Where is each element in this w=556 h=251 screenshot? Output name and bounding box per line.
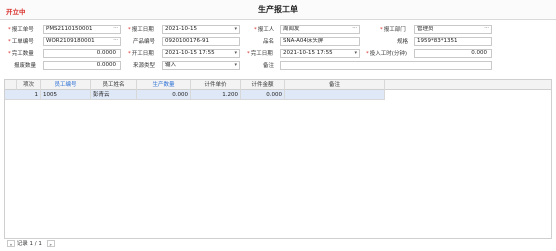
col-qty[interactable]: 生产数量 [137, 80, 191, 90]
product-name-label: 品名 [263, 39, 275, 45]
report-date-field[interactable]: 2021-10-15 [162, 25, 240, 34]
header-form: *报工单号 PMS2110150001 *报工日期 2021-10-15 *报工… [0, 24, 556, 74]
report-no-field[interactable]: PMS2110150001 [43, 25, 121, 34]
reporter-field[interactable]: 周闻友 [280, 25, 360, 34]
next-record-icon[interactable]: » [46, 240, 55, 247]
dept-field[interactable]: 管理员 [414, 25, 492, 34]
work-hours-field[interactable]: 0.000 [414, 49, 492, 58]
product-name-field[interactable]: SNA-A04床头屏 [280, 37, 360, 46]
col-price[interactable]: 计件单价 [191, 80, 241, 90]
col-seq[interactable]: 项次 [17, 80, 41, 90]
table-row[interactable]: 1 1005 彭青云 0.000 1.200 0.000 [5, 90, 385, 100]
col-emp-no[interactable]: 员工编号 [41, 80, 91, 90]
col-amount[interactable]: 计件金额 [241, 80, 285, 90]
work-order-label: *工单编号 [8, 39, 34, 45]
title-bar: 开立中 生产报工单 [0, 0, 556, 20]
start-date-field[interactable]: 2021-10-15 17:55 [162, 49, 240, 58]
col-remark[interactable]: 备注 [285, 80, 385, 90]
complete-qty-label: *完工数量 [8, 51, 34, 57]
cell-price[interactable]: 1.200 [191, 90, 241, 100]
cell-emp-name[interactable]: 彭青云 [91, 90, 137, 100]
cell-amount[interactable]: 0.000 [241, 90, 285, 100]
start-date-label: *开工日期 [128, 51, 154, 57]
spec-field[interactable]: 1959*83*1351 [414, 37, 492, 46]
source-type-label: 来源类型 [133, 63, 156, 69]
report-date-label: *报工日期 [128, 27, 154, 33]
scrap-qty-label: 报废数量 [14, 63, 37, 69]
grid-header: 项次 员工编号 员工姓名 生产数量 计件单价 计件金额 备注 [5, 80, 551, 90]
source-type-field[interactable]: 输入 [162, 61, 240, 70]
record-navigator: « 记录 1 / 1 » [4, 240, 552, 249]
row-indicator-header [5, 80, 17, 90]
cell-remark[interactable] [285, 90, 385, 100]
reporter-label: *报工人 [254, 27, 275, 33]
report-no-label: *报工单号 [8, 27, 34, 33]
dept-label: *报工部门 [380, 27, 406, 33]
cell-seq: 1 [17, 90, 41, 100]
spec-label: 规格 [397, 39, 409, 45]
remark-field[interactable] [280, 61, 492, 70]
work-hours-label: *投入工时(分钟) [366, 51, 408, 57]
detail-grid: 项次 员工编号 员工姓名 生产数量 计件单价 计件金额 备注 ▸ 1 1005 … [4, 79, 552, 239]
remark-label: 备注 [263, 63, 275, 69]
cell-emp-no[interactable]: 1005 [41, 90, 91, 100]
cell-qty[interactable]: 0.000 [137, 90, 191, 100]
scrap-qty-field[interactable]: 0.0000 [43, 61, 121, 70]
product-code-field[interactable]: 0920100176-91 [162, 37, 240, 46]
page-title: 生产报工单 [258, 5, 298, 14]
work-order-field[interactable]: WOR2109180001 [43, 37, 121, 46]
product-code-label: 产品编号 [133, 39, 156, 45]
complete-qty-field[interactable]: 0.0000 [43, 49, 121, 58]
finish-date-label: *完工日期 [247, 51, 273, 57]
finish-date-field[interactable]: 2021-10-15 17:55 [280, 49, 360, 58]
record-counter: 记录 1 / 1 [16, 241, 42, 247]
col-emp-name[interactable]: 员工姓名 [91, 80, 137, 90]
first-record-icon[interactable]: « [7, 240, 15, 247]
